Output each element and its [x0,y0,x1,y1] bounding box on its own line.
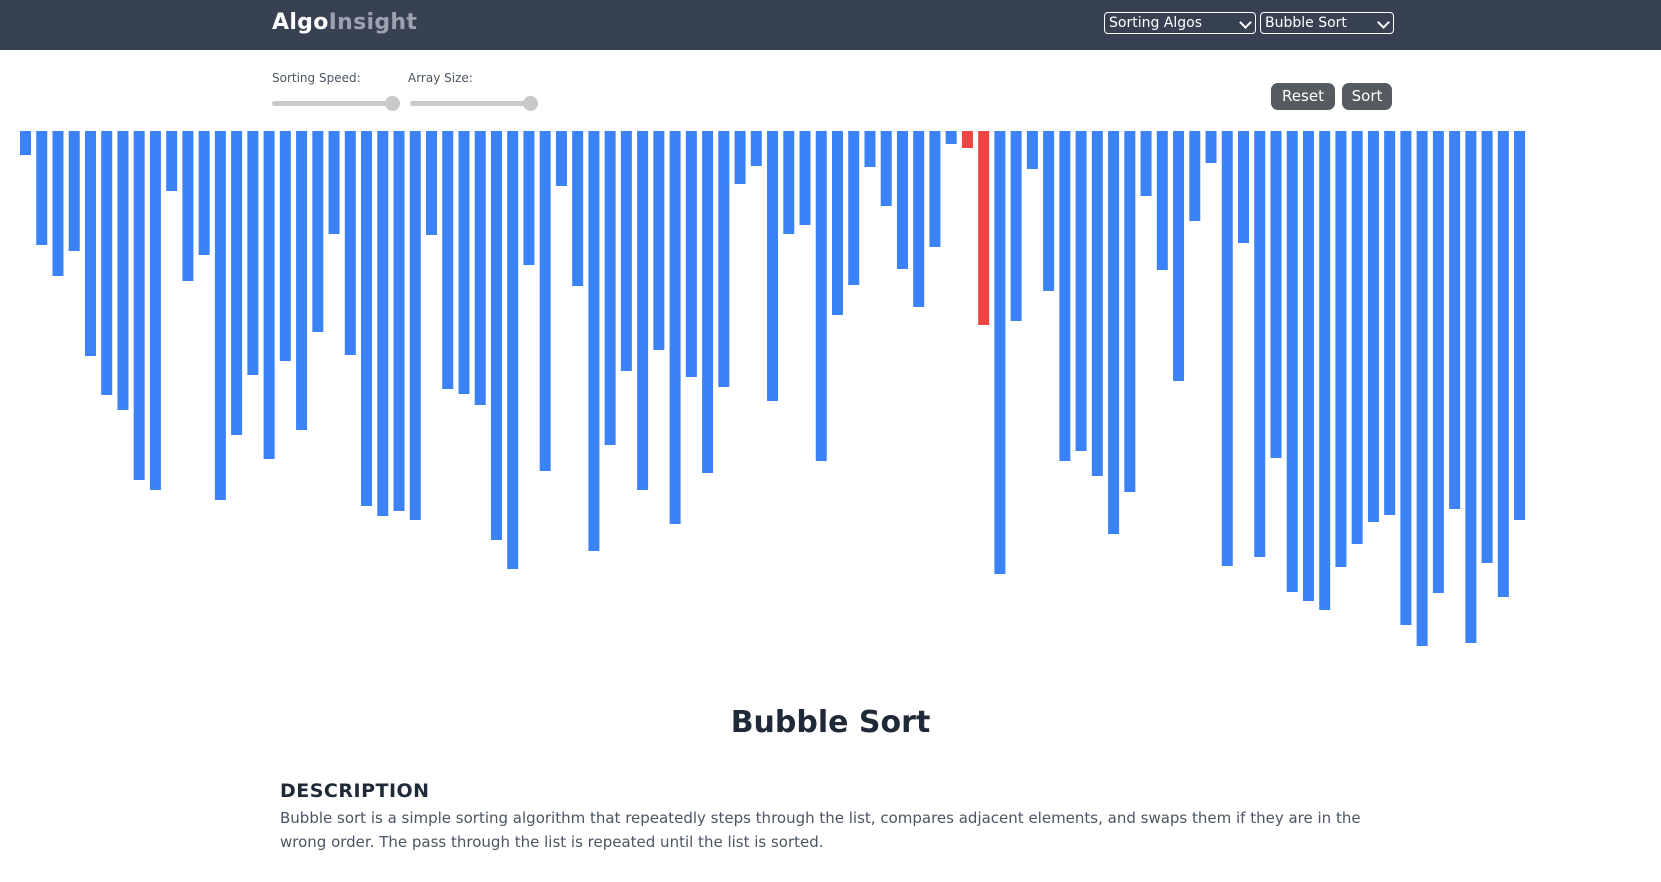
array-bar-comparing [978,131,990,325]
array-bar [945,131,957,144]
array-bar [637,131,649,490]
array-bar [1432,131,1444,593]
array-bar [182,131,194,281]
array-bar-comparing [961,131,973,148]
array-bar [572,131,584,286]
array-bar [214,131,226,500]
array-bar [588,131,600,551]
array-bar [832,131,843,315]
array-bar [702,131,714,473]
array-bar [1481,131,1493,563]
array-bar [1173,131,1185,381]
array-bar [1156,131,1168,270]
array-bar [734,131,746,184]
array-bar [247,131,259,375]
array-bar [750,131,762,166]
array-bar [555,131,567,186]
array-bar [1059,131,1071,461]
array-bar [458,131,470,394]
array-bar [1302,131,1314,601]
array-bar [994,131,1006,574]
array-bar [1335,131,1347,567]
array-bar [929,131,941,247]
array-bar [344,131,356,355]
array-bar [1384,131,1396,515]
description-heading: DESCRIPTION [280,780,430,802]
array-bar [880,131,892,206]
description-text: Bubble sort is a simple sorting algorith… [280,809,1361,851]
array-bar [20,131,31,155]
array-bar [52,131,64,276]
array-bar [442,131,454,389]
array-bar [718,131,730,387]
array-bar [815,131,827,461]
array-bar [1497,131,1509,597]
array-bar [1319,131,1331,610]
array-bar [1140,131,1152,196]
array-bar [1367,131,1379,522]
array-bar [1075,131,1087,451]
array-bar [377,131,389,516]
array-bar [1189,131,1201,221]
array-bar [1205,131,1217,163]
array-bar [1286,131,1298,592]
array-bar [1010,131,1022,321]
array-bar [1238,131,1249,243]
array-bar [799,131,811,225]
array-bar [848,131,860,285]
array-bar [523,131,535,265]
array-bar [913,131,925,307]
array-bar [1449,131,1461,509]
array-bar [296,131,308,430]
array-bar [426,131,437,235]
array-bar [620,131,632,371]
array-bar [1400,131,1412,625]
array-bar [474,131,486,405]
array-bar [1043,131,1055,291]
array-bar [1124,131,1136,492]
array-bar [68,131,80,251]
array-bar [393,131,405,511]
array-bar [166,131,178,191]
array-bar [409,131,421,520]
array-bar [149,131,161,490]
array-bar [507,131,519,569]
array-bar [864,131,876,167]
array-bar [231,131,243,435]
array-bar [896,131,908,269]
array-bar [84,131,96,356]
array-bar [1351,131,1363,544]
array-bar [604,131,616,445]
array-bar [767,131,779,401]
algorithm-title: Bubble Sort [730,705,931,740]
array-bar [669,131,681,524]
array-bar [1108,131,1120,534]
array-bar [1514,131,1526,520]
array-bar [1465,131,1477,643]
array-bar [783,131,795,234]
array-bar [539,131,551,471]
array-bar [36,131,48,245]
array-bar [1254,131,1266,557]
array-bar [1091,131,1103,476]
array-bar [490,131,502,540]
array-bar [1270,131,1282,458]
array-bar [198,131,210,255]
array-bar [312,131,324,332]
array-bars-visualization [20,131,1526,646]
array-bar [1221,131,1233,566]
array-bar [133,131,145,480]
array-bar [653,131,665,350]
array-bar [101,131,113,395]
array-bar [263,131,275,459]
array-bar [117,131,129,410]
array-bar [279,131,291,361]
array-bar [1026,131,1038,169]
array-bar [1416,131,1428,646]
array-bar [328,131,340,234]
array-bar [685,131,697,377]
array-bar [361,131,373,506]
